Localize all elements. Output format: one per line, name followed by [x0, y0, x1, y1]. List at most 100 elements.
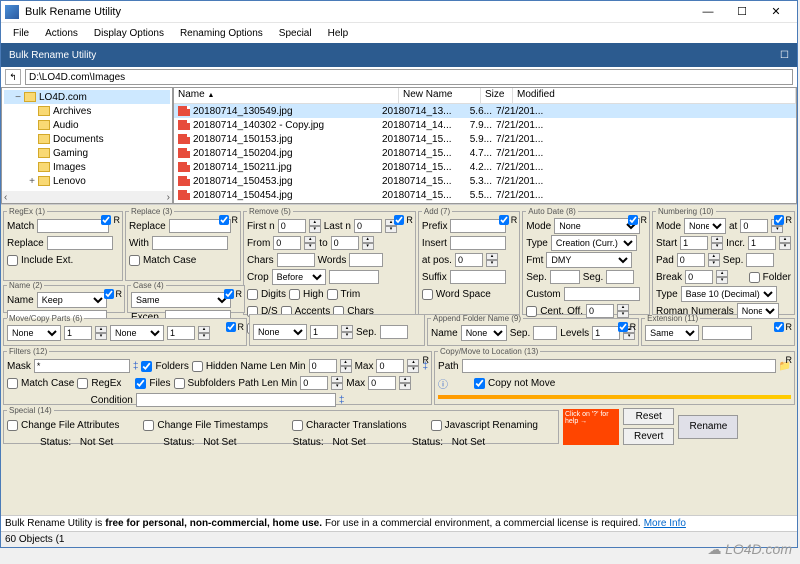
menu-special[interactable]: Special: [271, 26, 320, 41]
extension-text[interactable]: [702, 326, 752, 340]
autodate-custom[interactable]: [564, 287, 640, 301]
autodate-fmt[interactable]: DMY: [546, 252, 632, 268]
autodate-enable[interactable]: [628, 215, 638, 225]
filters-mask[interactable]: [34, 359, 130, 373]
autodate-reset[interactable]: R: [640, 215, 647, 225]
file-row[interactable]: 20180714_150453.jpg20180714_15...5.3...7…: [174, 174, 796, 188]
appendfolder-enable[interactable]: [618, 322, 628, 332]
appendfolder-sep[interactable]: [533, 326, 557, 340]
filters-namelenmin[interactable]: 0: [309, 359, 337, 373]
tree-item[interactable]: Documents: [4, 132, 170, 146]
copymove-copynotmove[interactable]: [474, 378, 485, 389]
tree-item[interactable]: +Lenovo: [4, 174, 170, 188]
menu-help[interactable]: Help: [320, 26, 357, 41]
case-reset[interactable]: R: [236, 289, 243, 299]
banner-icon[interactable]: ☐: [780, 50, 789, 61]
file-row[interactable]: 20180714_150153.jpg20180714_15...5.9...7…: [174, 132, 796, 146]
name-reset[interactable]: R: [116, 289, 123, 299]
up-button[interactable]: ↰: [5, 69, 21, 85]
tree-item[interactable]: Images: [4, 160, 170, 174]
movecopy-sel1[interactable]: None: [7, 325, 61, 341]
movecopy-sep-input[interactable]: [380, 325, 408, 339]
name-select[interactable]: Keep: [37, 292, 107, 308]
appendfolder-reset[interactable]: R: [630, 322, 637, 332]
appendfolder-name[interactable]: None: [461, 325, 507, 341]
extension-reset[interactable]: R: [786, 322, 793, 332]
add-wordspace[interactable]: [422, 289, 433, 300]
case-enable[interactable]: [224, 289, 234, 299]
path-input[interactable]: [25, 69, 793, 85]
numbering-folder[interactable]: [749, 272, 760, 283]
appendfolder-levels[interactable]: 1: [592, 326, 620, 340]
file-row[interactable]: 20180714_150211.jpg20180714_15...4.2...7…: [174, 160, 796, 174]
tree-item[interactable]: Archives: [4, 104, 170, 118]
numbering-sep[interactable]: [746, 253, 774, 267]
movecopy-reset[interactable]: R: [238, 322, 245, 332]
numbering-enable[interactable]: [774, 215, 784, 225]
menu-file[interactable]: File: [5, 26, 37, 41]
replace-matchcase[interactable]: [129, 255, 140, 266]
file-row[interactable]: 20180714_150204.jpg20180714_15...4.7...7…: [174, 146, 796, 160]
more-info-link[interactable]: More Info: [644, 518, 686, 529]
extension-enable[interactable]: [774, 322, 784, 332]
remove-crop-select[interactable]: Before: [272, 269, 326, 285]
special-filets[interactable]: [143, 420, 154, 431]
autodate-mode[interactable]: None: [554, 218, 640, 234]
filters-pathlenmin[interactable]: 0: [300, 376, 328, 390]
movecopy-n2[interactable]: 1: [167, 326, 195, 340]
add-insert[interactable]: [450, 236, 506, 250]
regex-enable[interactable]: [101, 215, 111, 225]
numbering-pad[interactable]: 0: [677, 253, 705, 267]
tree-item[interactable]: −LO4D.com: [4, 90, 170, 104]
filters-files[interactable]: [135, 378, 146, 389]
numbering-type[interactable]: Base 10 (Decimal): [681, 286, 777, 302]
filters-condition[interactable]: [136, 393, 336, 407]
add-suffix[interactable]: [450, 270, 506, 284]
file-row[interactable]: 20180714_130549.jpg20180714_13...5.6...7…: [174, 104, 796, 118]
extension-select[interactable]: Same: [645, 325, 699, 341]
close-button[interactable]: ✕: [759, 2, 793, 22]
name-enable[interactable]: [104, 289, 114, 299]
file-row[interactable]: 20180714_150454.jpg20180714_15...5.5...7…: [174, 188, 796, 202]
autodate-seg[interactable]: [606, 270, 634, 284]
menu-display-options[interactable]: Display Options: [86, 26, 172, 41]
remove-from[interactable]: 0: [273, 236, 301, 250]
copymove-path[interactable]: [462, 359, 776, 373]
revert-button[interactable]: Revert: [623, 428, 674, 445]
special-jsrename[interactable]: [431, 420, 442, 431]
remove-firstn[interactable]: 0: [278, 219, 306, 233]
remove-enable[interactable]: [394, 215, 404, 225]
filters-folders[interactable]: [141, 361, 152, 372]
remove-reset[interactable]: R: [406, 215, 413, 225]
remove-digits[interactable]: [247, 289, 258, 300]
special-fileattr[interactable]: [7, 420, 18, 431]
remove-chars[interactable]: [277, 253, 315, 267]
case-select[interactable]: Same: [131, 292, 231, 308]
regex-reset[interactable]: R: [113, 215, 120, 225]
filters-subfolders[interactable]: [174, 378, 185, 389]
movecopy-n3[interactable]: 1: [310, 325, 338, 339]
filters-reset[interactable]: R: [423, 355, 430, 365]
list-header[interactable]: Name ▲ New Name Size Modified: [174, 88, 796, 104]
autodate-type[interactable]: Creation (Curr.): [551, 235, 637, 251]
filters-matchcase[interactable]: [7, 378, 18, 389]
movecopy-sel2[interactable]: None: [110, 325, 164, 341]
file-row[interactable]: 20180714_140302 - Copy.jpg20180714_14...…: [174, 118, 796, 132]
numbering-start[interactable]: 1: [680, 236, 708, 250]
file-list[interactable]: Name ▲ New Name Size Modified 20180714_1…: [173, 87, 797, 204]
tree-item[interactable]: Gaming: [4, 146, 170, 160]
autodate-sep[interactable]: [550, 270, 580, 284]
remove-to[interactable]: 0: [331, 236, 359, 250]
remove-trim[interactable]: [327, 289, 338, 300]
help-box[interactable]: Click on '?' for help →: [563, 409, 619, 445]
remove-words[interactable]: [349, 253, 383, 267]
replace-reset[interactable]: R: [231, 215, 238, 225]
rename-button[interactable]: Rename: [678, 415, 738, 439]
help-icon[interactable]: ⓘ: [438, 376, 448, 391]
replace-with-input[interactable]: [152, 236, 228, 250]
reset-button[interactable]: Reset: [623, 408, 674, 425]
regex-replace-input[interactable]: [47, 236, 113, 250]
add-enable[interactable]: [499, 215, 509, 225]
menu-actions[interactable]: Actions: [37, 26, 86, 41]
menu-renaming-options[interactable]: Renaming Options: [172, 26, 271, 41]
